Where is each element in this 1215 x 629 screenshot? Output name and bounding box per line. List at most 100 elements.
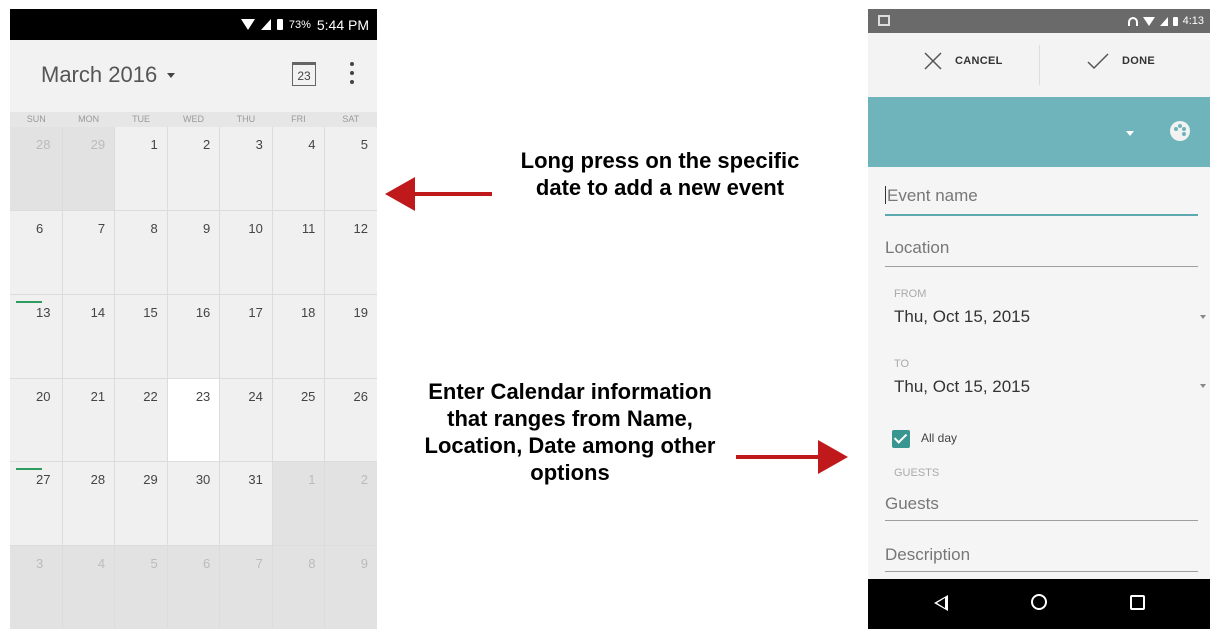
battery-percent: 73% xyxy=(288,18,311,31)
to-label: TO xyxy=(894,358,910,370)
day-cell[interactable]: 7 xyxy=(62,210,115,294)
day-number: 2 xyxy=(203,137,211,152)
day-cell[interactable]: 12 xyxy=(325,210,377,294)
today-calendar-icon[interactable]: 23 xyxy=(292,62,316,86)
day-cell[interactable]: 10 xyxy=(220,210,272,294)
notification-icon xyxy=(878,15,890,26)
day-cell[interactable]: 30 xyxy=(167,462,220,546)
divider xyxy=(1039,45,1040,85)
all-day-checkbox[interactable] xyxy=(892,430,910,448)
day-number: 29 xyxy=(90,137,106,152)
day-number: 31 xyxy=(248,472,263,488)
location-input[interactable]: Location xyxy=(885,238,1198,267)
cancel-button[interactable]: CANCEL xyxy=(923,51,1003,71)
day-cell[interactable]: 26 xyxy=(325,378,377,462)
event-name-input[interactable]: Event name xyxy=(885,186,1198,216)
day-cell[interactable]: 4 xyxy=(62,546,115,629)
all-day-label: All day xyxy=(921,431,958,445)
day-cell[interactable]: 21 xyxy=(62,378,115,462)
overflow-menu-icon[interactable] xyxy=(348,60,356,86)
day-cell[interactable]: 7 xyxy=(220,546,272,629)
day-cell[interactable]: 27 xyxy=(10,462,62,546)
close-icon xyxy=(924,52,942,70)
day-cell[interactable]: 18 xyxy=(272,294,325,378)
day-number: 18 xyxy=(300,304,316,320)
day-cell[interactable]: 20 xyxy=(10,378,62,462)
day-number: 12 xyxy=(353,220,368,236)
to-dropdown-icon[interactable] xyxy=(1200,384,1206,388)
signal-icon xyxy=(260,19,271,30)
day-cell[interactable]: 25 xyxy=(272,378,325,462)
month-selector[interactable]: March 2016 xyxy=(41,62,176,88)
day-cell[interactable]: 1 xyxy=(115,127,167,210)
day-cell[interactable]: 28 xyxy=(10,127,62,210)
day-cell[interactable]: 9 xyxy=(167,210,220,294)
day-number: 22 xyxy=(143,388,158,404)
day-number: 29 xyxy=(143,472,158,488)
day-number: 25 xyxy=(300,388,316,404)
day-cell[interactable]: 29 xyxy=(62,127,115,210)
day-cell[interactable]: 13 xyxy=(10,294,62,378)
day-cell[interactable]: 2 xyxy=(167,127,220,210)
day-cell[interactable]: 19 xyxy=(325,294,377,378)
to-date[interactable]: Thu, Oct 15, 2015 xyxy=(894,377,1030,397)
from-date[interactable]: Thu, Oct 15, 2015 xyxy=(894,307,1030,327)
calendar-color-bar xyxy=(868,97,1210,167)
day-cell[interactable]: 5 xyxy=(115,546,167,629)
day-number: 4 xyxy=(97,556,106,572)
day-number: 17 xyxy=(248,304,263,320)
day-number: 16 xyxy=(195,304,211,320)
day-cell[interactable]: 23 xyxy=(167,378,220,462)
day-cell[interactable]: 6 xyxy=(167,546,220,629)
day-cell[interactable]: 8 xyxy=(115,210,167,294)
weekday-label: SUN xyxy=(26,114,46,124)
day-number: 13 xyxy=(36,304,51,320)
day-cell[interactable]: 22 xyxy=(115,378,167,462)
recent-apps-icon[interactable] xyxy=(1130,595,1145,610)
day-number: 11 xyxy=(301,220,316,236)
calendar-header: March 2016 23 xyxy=(10,40,377,112)
annotation-enter-info: Enter Calendar information that ranges f… xyxy=(424,379,716,485)
status-time: 4:13 xyxy=(1182,15,1204,27)
calendar-dropdown-icon[interactable] xyxy=(1126,131,1134,136)
day-number: 1 xyxy=(150,137,158,152)
description-input[interactable]: Description xyxy=(885,545,1198,572)
battery-icon xyxy=(276,19,283,30)
day-cell[interactable]: 15 xyxy=(115,294,167,378)
day-cell[interactable]: 2 xyxy=(325,462,377,546)
event-name-placeholder: Event name xyxy=(887,186,978,205)
day-cell[interactable]: 14 xyxy=(62,294,115,378)
arrow-shaft xyxy=(412,192,492,196)
guests-input[interactable]: Guests xyxy=(885,494,1198,521)
day-number: 28 xyxy=(90,472,106,488)
day-cell[interactable]: 17 xyxy=(220,294,272,378)
day-number: 4 xyxy=(308,137,316,152)
day-cell[interactable]: 6 xyxy=(10,210,62,294)
day-cell[interactable]: 5 xyxy=(325,127,377,210)
dropdown-arrow-icon xyxy=(167,72,176,78)
signal-icon xyxy=(1159,16,1168,26)
day-cell[interactable]: 24 xyxy=(220,378,272,462)
day-cell[interactable]: 16 xyxy=(167,294,220,378)
day-number: 20 xyxy=(36,388,51,404)
day-number: 28 xyxy=(36,137,51,152)
day-cell[interactable]: 28 xyxy=(62,462,115,546)
done-button[interactable]: DONE xyxy=(1086,51,1155,71)
day-cell[interactable]: 11 xyxy=(272,210,325,294)
edit-action-bar: CANCEL DONE xyxy=(868,33,1210,98)
day-cell[interactable]: 3 xyxy=(10,546,62,629)
day-cell[interactable]: 29 xyxy=(115,462,167,546)
day-cell[interactable]: 3 xyxy=(220,127,272,210)
from-dropdown-icon[interactable] xyxy=(1200,315,1206,319)
day-cell[interactable]: 8 xyxy=(272,546,325,629)
day-number: 8 xyxy=(150,220,158,236)
day-cell[interactable]: 9 xyxy=(325,546,377,629)
day-number: 9 xyxy=(360,556,368,572)
back-icon[interactable] xyxy=(934,595,948,611)
day-cell[interactable]: 4 xyxy=(272,127,325,210)
home-icon[interactable] xyxy=(1031,594,1047,610)
day-cell[interactable]: 1 xyxy=(272,462,325,546)
day-cell[interactable]: 31 xyxy=(220,462,272,546)
day-number: 2 xyxy=(360,472,368,488)
palette-icon[interactable] xyxy=(1170,121,1190,141)
